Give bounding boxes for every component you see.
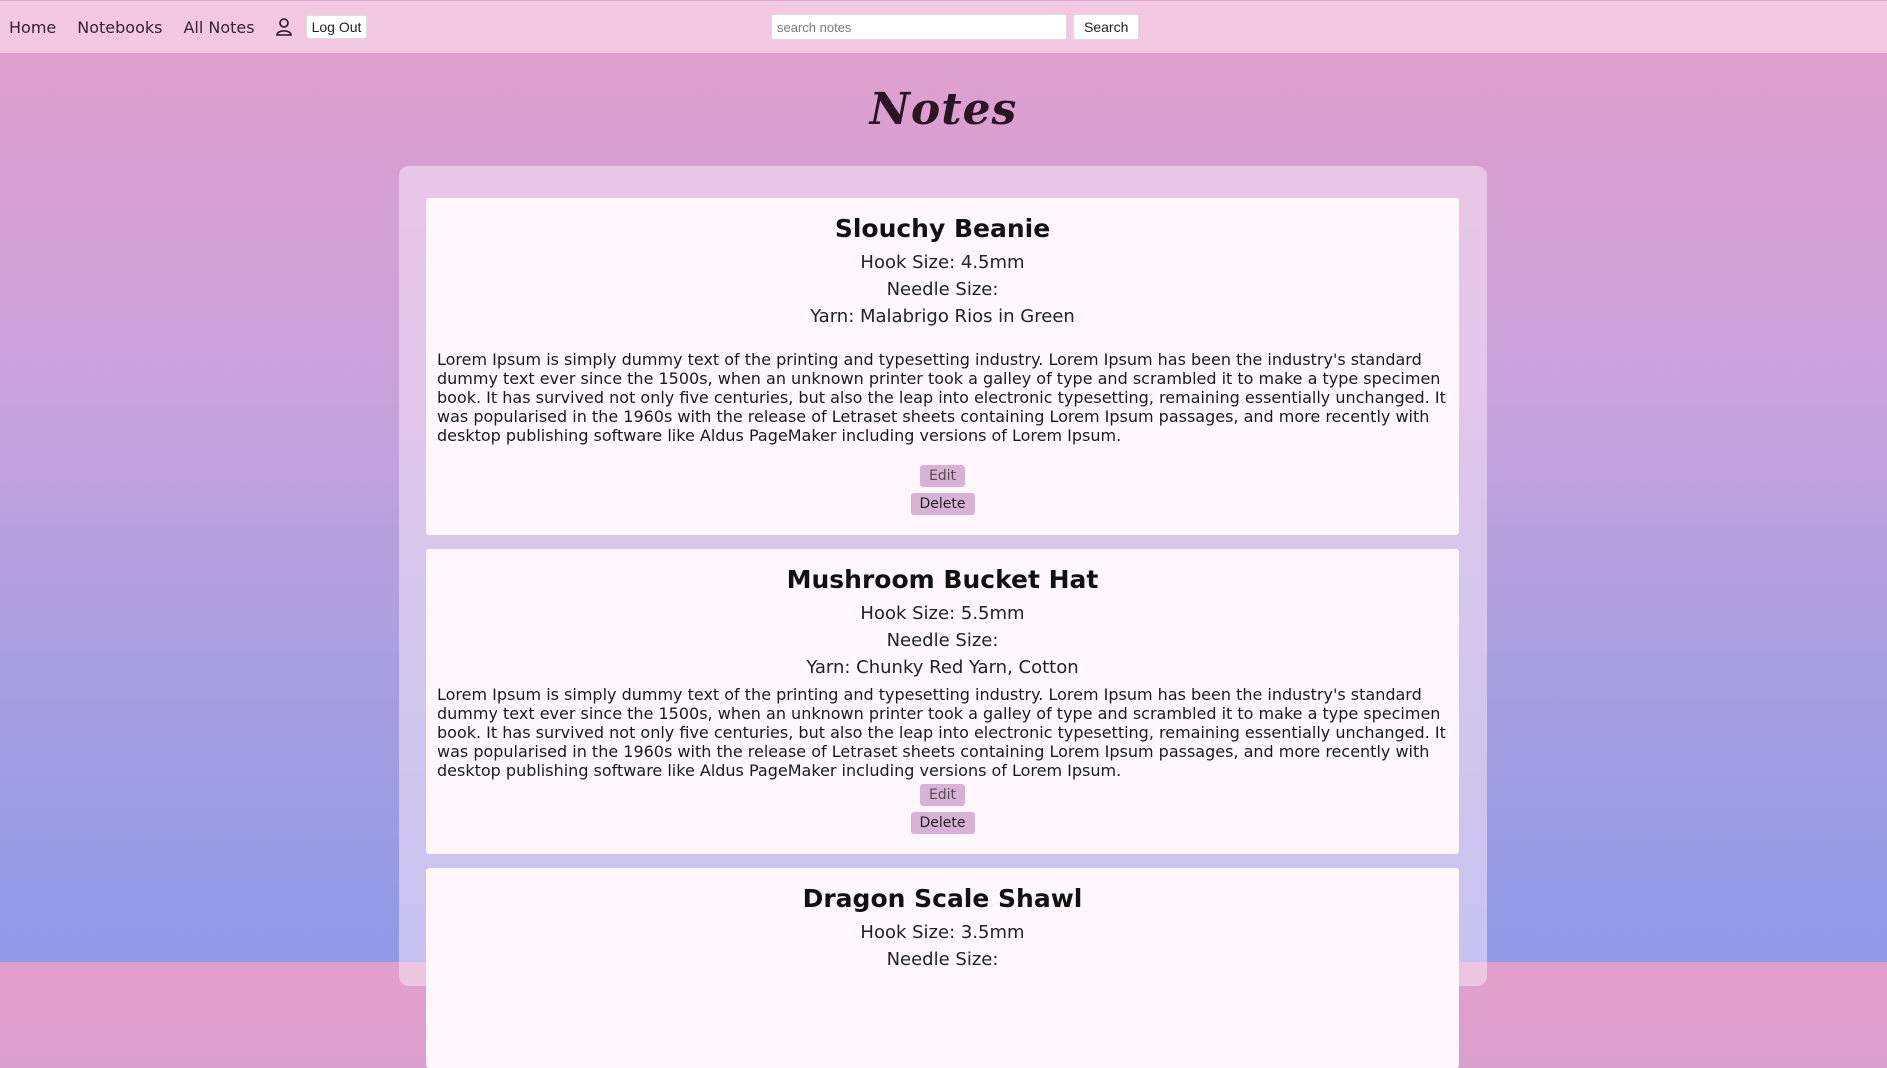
nav-all-notes-link[interactable]: All Notes — [183, 18, 254, 37]
edit-button[interactable]: Edit — [919, 784, 966, 806]
note-needle-size: Needle Size: — [886, 279, 999, 300]
search-button[interactable]: Search — [1073, 14, 1140, 40]
nav-notebooks-link[interactable]: Notebooks — [77, 18, 162, 37]
nav-home-link[interactable]: Home — [9, 18, 56, 37]
top-navbar: Home Notebooks All Notes Log Out Search — [0, 0, 1887, 54]
search-bar: Search — [771, 14, 1140, 40]
note-actions: Edit — [437, 784, 1448, 806]
note-card: Mushroom Bucket Hat Hook Size: 5.5mm Nee… — [426, 549, 1459, 854]
note-title: Mushroom Bucket Hat — [786, 565, 1099, 594]
note-title: Slouchy Beanie — [834, 214, 1051, 243]
note-card: Slouchy Beanie Hook Size: 4.5mm Needle S… — [426, 198, 1459, 535]
note-body: Lorem Ipsum is simply dummy text of the … — [437, 350, 1446, 445]
note-yarn: Yarn: Chunky Red Yarn, Cotton — [806, 657, 1079, 678]
delete-button[interactable]: Delete — [910, 812, 975, 834]
note-body: Lorem Ipsum is simply dummy text of the … — [437, 685, 1446, 780]
note-yarn: Yarn: Malabrigo Rios in Green — [810, 306, 1075, 327]
note-hook-size: Hook Size: 3.5mm — [860, 922, 1025, 943]
page-title: Notes — [869, 84, 1018, 135]
search-input[interactable] — [771, 14, 1067, 40]
edit-button[interactable]: Edit — [919, 465, 966, 487]
delete-button[interactable]: Delete — [910, 493, 975, 515]
user-icon[interactable] — [275, 18, 292, 36]
note-actions-delete: Delete — [437, 493, 1448, 515]
note-actions-delete: Delete — [437, 812, 1448, 834]
note-title: Dragon Scale Shawl — [802, 884, 1083, 913]
logout-button[interactable]: Log Out — [305, 15, 368, 39]
note-needle-size: Needle Size: — [886, 949, 999, 970]
note-hook-size: Hook Size: 5.5mm — [860, 603, 1025, 624]
note-actions: Edit — [437, 465, 1448, 487]
note-needle-size: Needle Size: — [886, 630, 999, 651]
notes-panel: Slouchy Beanie Hook Size: 4.5mm Needle S… — [399, 166, 1487, 1068]
nav-links: Home Notebooks All Notes Log Out — [0, 15, 368, 39]
note-card: Dragon Scale Shawl Hook Size: 3.5mm Need… — [426, 868, 1459, 1068]
note-hook-size: Hook Size: 4.5mm — [860, 252, 1025, 273]
